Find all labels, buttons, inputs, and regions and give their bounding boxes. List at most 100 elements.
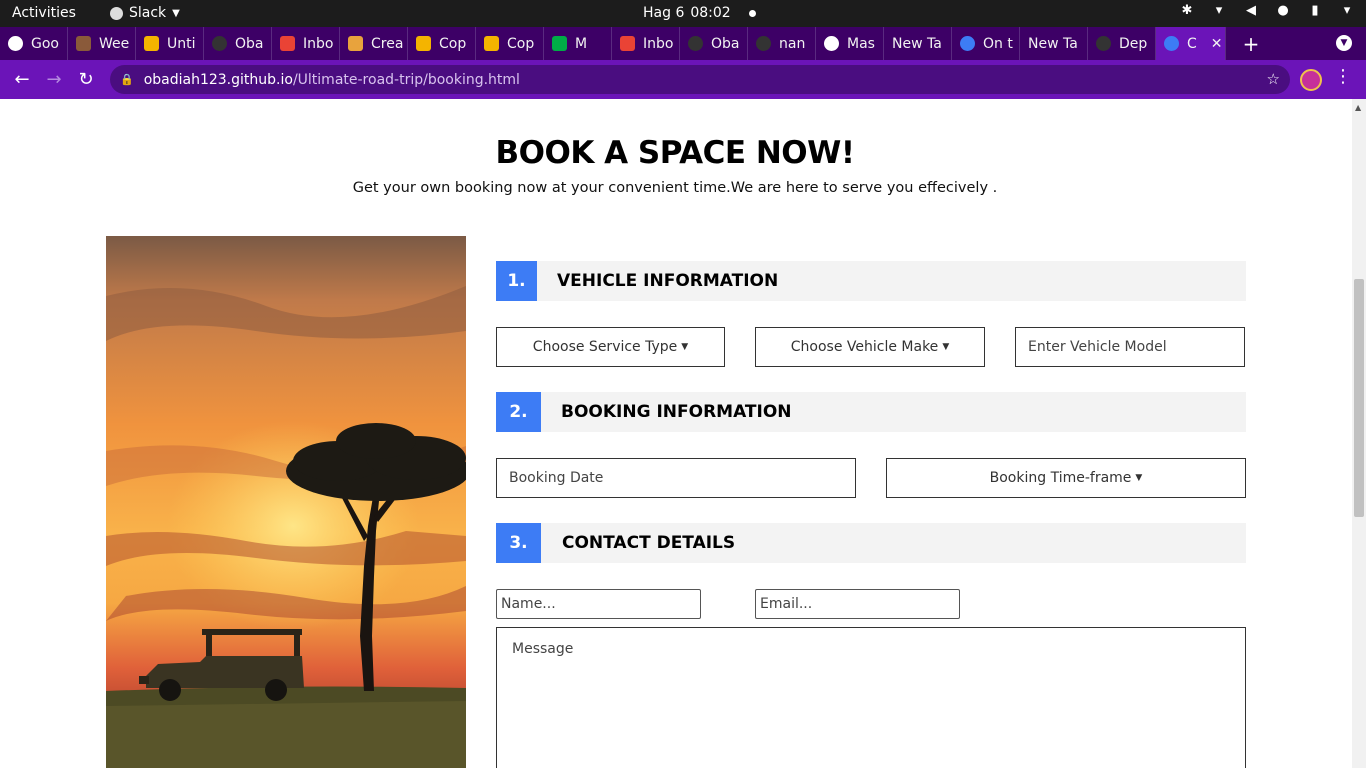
battery-icon[interactable]: ▮ [1308, 4, 1322, 18]
url-path: /Ultimate-road-trip/booking.html [292, 71, 520, 88]
browser-tab[interactable]: Mas [816, 27, 884, 60]
clock[interactable]: Hag 6 08:02 [643, 5, 756, 21]
section-number: 2. [496, 392, 541, 432]
booking-timeframe-dropdown[interactable]: Booking Time-frame ▼ [886, 458, 1246, 498]
browser-tab[interactable]: New Ta [884, 27, 952, 60]
microphone-icon[interactable]: ● [1276, 4, 1290, 18]
browser-tab[interactable]: Inbo [272, 27, 340, 60]
plant-icon [76, 36, 91, 51]
bookmark-star-icon[interactable]: ☆ [1267, 70, 1280, 88]
date-label: Hag 6 [643, 5, 685, 21]
browser-tab[interactable]: Inbo [612, 27, 680, 60]
tab-label: nan [779, 35, 806, 52]
browser-tab[interactable]: Unti [136, 27, 204, 60]
github-icon [756, 36, 771, 51]
power-menu-icon[interactable]: ▾ [1340, 4, 1354, 18]
browser-tab[interactable]: Dep [1088, 27, 1156, 60]
page-content: BOOK A SPACE NOW! Get your own booking n… [0, 99, 1352, 768]
section-title: BOOKING INFORMATION [561, 402, 792, 422]
close-tab-icon[interactable]: ✕ [1211, 36, 1223, 52]
scroll-up-icon[interactable]: ▲ [1355, 103, 1361, 112]
section-number: 1. [496, 261, 537, 301]
name-input[interactable]: Name... [496, 589, 701, 619]
caret-down-icon: ▼ [942, 342, 950, 352]
scrollbar-thumb[interactable] [1354, 279, 1364, 517]
page-scrollbar[interactable]: ▲ [1352, 99, 1366, 768]
new-tab-icon[interactable]: + [1234, 32, 1268, 56]
github-icon [688, 36, 703, 51]
github-icon [1096, 36, 1111, 51]
section-booking-information: 2. BOOKING INFORMATION [496, 392, 1246, 432]
booking-date-input[interactable]: Booking Date [496, 458, 856, 498]
activities-button[interactable]: Activities [12, 5, 76, 21]
browser-tab[interactable]: Cop [476, 27, 544, 60]
tab-label: Inbo [303, 35, 334, 52]
pencil-icon [348, 36, 363, 51]
tab-label: Inbo [643, 35, 674, 52]
tab-label: Dep [1119, 35, 1148, 52]
chevron-down-icon: ▼ [172, 7, 180, 19]
notification-dot-icon [748, 9, 756, 17]
volume-icon[interactable]: ◀ [1244, 4, 1258, 18]
tab-label: Goo [31, 35, 59, 52]
slides-icon [144, 36, 159, 51]
slack-icon [110, 6, 123, 20]
profile-avatar[interactable] [1300, 69, 1322, 91]
tab-search-icon[interactable]: ▼ [1336, 35, 1352, 51]
section-vehicle-information: 1. VEHICLE INFORMATION [496, 261, 1246, 301]
email-input[interactable]: Email... [755, 589, 960, 619]
wifi-icon[interactable]: ▾ [1212, 4, 1226, 18]
tab-label: Mas [847, 35, 875, 52]
vehicle-make-dropdown[interactable]: Choose Vehicle Make ▼ [755, 327, 985, 367]
back-arrow-icon[interactable]: ← [6, 64, 38, 96]
name-placeholder: Name... [501, 596, 556, 612]
browser-tab[interactable]: Oba [680, 27, 748, 60]
browser-tab[interactable]: nan [748, 27, 816, 60]
browser-tab[interactable]: M [544, 27, 612, 60]
tab-label: Cop [507, 35, 535, 52]
browser-tab[interactable]: Goo [0, 27, 68, 60]
browser-tab-strip: Goo Wee Unti Oba Inbo Crea Cop Cop M Inbo Oba nan Ma… [0, 27, 1366, 60]
booking-timeframe-label: Booking Time-frame [989, 470, 1132, 486]
slack-tray-icon[interactable]: ✱ [1180, 4, 1194, 18]
reload-icon[interactable]: ↻ [70, 64, 102, 96]
message-textarea[interactable]: Message [496, 627, 1246, 768]
email-placeholder: Email... [760, 596, 813, 612]
browser-tab[interactable]: New Ta [1020, 27, 1088, 60]
tab-label: Cop [439, 35, 467, 52]
section-title: CONTACT DETAILS [562, 533, 736, 553]
browser-tab[interactable]: Wee [68, 27, 136, 60]
browser-menu-icon[interactable]: ⋮ [1334, 66, 1352, 87]
gmail-icon [280, 36, 295, 51]
tab-label: C [1187, 35, 1197, 52]
caret-down-icon: ▼ [681, 342, 689, 352]
tab-label: New Ta [1028, 35, 1078, 52]
tab-label: Crea [371, 35, 404, 52]
service-type-dropdown[interactable]: Choose Service Type ▼ [496, 327, 725, 367]
system-tray[interactable]: ✱ ▾ ◀ ● ▮ ▾ [1180, 4, 1354, 18]
url-host: obadiah123.github.io [143, 71, 293, 88]
address-bar[interactable]: 🔒 obadiah123.github.io/Ultimate-road-tri… [110, 65, 1290, 94]
browser-tab[interactable]: C ✕ [1156, 27, 1226, 60]
app-menu[interactable]: Slack ▼ [110, 5, 180, 21]
page-subtitle: Get your own booking now at your conveni… [352, 180, 998, 196]
gmail-icon [620, 36, 635, 51]
globe-icon [8, 36, 23, 51]
tab-label: Oba [711, 35, 740, 52]
browser-tab[interactable]: Cop [408, 27, 476, 60]
browser-tab[interactable]: Oba [204, 27, 272, 60]
browser-tab[interactable]: Crea [340, 27, 408, 60]
vehicle-model-input[interactable]: Enter Vehicle Model [1015, 327, 1245, 367]
service-type-label: Choose Service Type [532, 339, 678, 355]
vehicle-make-label: Choose Vehicle Make [790, 339, 939, 355]
browser-tab[interactable]: On t [952, 27, 1020, 60]
lock-icon[interactable]: 🔒 [120, 73, 134, 86]
vehicle-model-placeholder: Enter Vehicle Model [1028, 339, 1167, 355]
system-top-bar: Activities Slack ▼ Hag 6 08:02 ✱ ▾ ◀ ● ▮… [0, 0, 1366, 27]
forward-arrow-icon[interactable]: → [38, 64, 70, 96]
sunset-image [106, 236, 466, 768]
meet-icon [552, 36, 567, 51]
booking-date-placeholder: Booking Date [509, 470, 604, 486]
tab-label: Wee [99, 35, 130, 52]
site-icon [960, 36, 975, 51]
